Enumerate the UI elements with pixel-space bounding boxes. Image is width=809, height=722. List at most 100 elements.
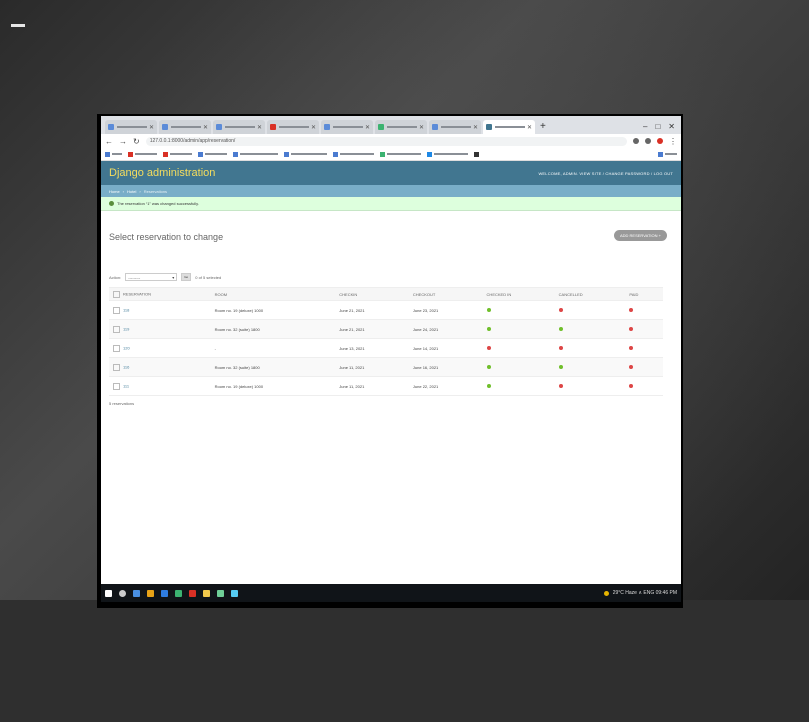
bookmark-item[interactable] — [233, 151, 278, 157]
tab-close-icon[interactable]: ✕ — [473, 124, 478, 131]
row-checkbox[interactable] — [113, 363, 120, 371]
user-tools[interactable]: WELCOME, ADMIN. VIEW SITE / CHANGE PASSW… — [538, 171, 673, 176]
paid-cell — [625, 319, 663, 339]
row-checkbox[interactable] — [113, 344, 120, 352]
action-select[interactable]: --------- ▾ — [125, 273, 178, 281]
reservation-cell[interactable]: 116 — [109, 357, 211, 377]
bookmarks-bar — [101, 148, 681, 161]
browser-tab[interactable]: ✕ — [105, 120, 157, 134]
app-icon[interactable] — [175, 589, 182, 597]
minimize-icon[interactable]: – — [643, 120, 647, 134]
reservation-link[interactable]: 118 — [123, 307, 129, 312]
task-view-icon[interactable] — [133, 589, 140, 597]
address-bar[interactable]: 127.0.0.1:8000/admin/app/reservation/ — [145, 136, 627, 146]
site-brand[interactable]: Django administration — [109, 167, 215, 179]
back-icon[interactable]: ← — [105, 137, 113, 146]
bookmark-icon — [474, 151, 479, 157]
file-explorer-icon[interactable] — [147, 589, 154, 597]
weather-icon[interactable] — [603, 590, 609, 596]
chrome-icon[interactable] — [189, 589, 196, 597]
bookmark-icon — [380, 151, 385, 157]
search-icon[interactable] — [119, 589, 126, 597]
row-checkbox[interactable] — [113, 325, 120, 333]
select-all-checkbox[interactable] — [113, 290, 120, 298]
bookmark-item[interactable] — [380, 151, 421, 157]
browser-tab[interactable]: ✕ — [159, 120, 211, 134]
row-checkbox[interactable] — [113, 382, 120, 390]
app-icon[interactable] — [217, 589, 224, 597]
column-header[interactable]: CHECKIN — [335, 287, 409, 301]
cancelled-cell — [554, 376, 626, 396]
column-header[interactable]: RESERVATION — [109, 287, 211, 301]
app-icon[interactable] — [203, 589, 210, 597]
column-header[interactable]: PAID — [625, 287, 663, 301]
checkout-cell: June 23, 2021 — [408, 300, 483, 320]
tab-close-icon[interactable]: ✕ — [311, 124, 316, 131]
success-check-icon — [109, 201, 114, 206]
bookmark-item[interactable] — [198, 151, 227, 157]
reservation-cell[interactable]: 120 — [109, 338, 211, 358]
reservation-link[interactable]: 119 — [123, 326, 129, 331]
admin-header: Django administration WELCOME, ADMIN. VI… — [101, 161, 681, 185]
browser-tab[interactable]: ✕ — [375, 120, 427, 134]
bookmark-item[interactable] — [474, 151, 479, 157]
bookmark-item[interactable] — [284, 151, 327, 157]
action-label: Action: — [109, 274, 122, 280]
browser-tab[interactable]: ✕ — [429, 120, 481, 134]
bookmark-item[interactable] — [105, 151, 122, 157]
add-reservation-button[interactable]: ADD RESERVATION + — [613, 230, 667, 241]
reservation-link[interactable]: 111 — [123, 383, 129, 388]
tab-close-icon[interactable]: ✕ — [203, 124, 208, 131]
breadcrumb-app[interactable]: Hotel — [127, 189, 136, 194]
reading-list[interactable] — [658, 151, 677, 157]
no-icon — [558, 383, 563, 388]
column-header[interactable]: CHECKOUT — [408, 287, 483, 301]
browser-tab-active[interactable]: ✕ — [483, 120, 535, 134]
browser-tab[interactable]: ✕ — [213, 120, 265, 134]
browser-tab[interactable]: ✕ — [321, 120, 373, 134]
column-header[interactable]: ROOM — [210, 287, 336, 301]
tab-close-icon[interactable]: ✕ — [365, 124, 370, 131]
tab-favicon-icon — [162, 124, 168, 130]
extension-icon[interactable] — [645, 138, 651, 144]
extension-icon[interactable] — [633, 138, 639, 144]
bookmark-item[interactable] — [163, 151, 192, 157]
reservation-cell[interactable]: 111 — [109, 376, 211, 396]
vscode-icon[interactable] — [161, 589, 168, 597]
reservation-link[interactable]: 120 — [123, 345, 130, 350]
tab-close-icon[interactable]: ✕ — [419, 124, 424, 131]
reservation-link[interactable]: 116 — [123, 364, 129, 369]
app-icon[interactable] — [231, 589, 238, 597]
browser-menu-icon[interactable]: ⋮ — [669, 137, 677, 146]
result-list: RESERVATION ROOM CHECKIN CHECKOUT CHECKE… — [109, 287, 663, 396]
profile-avatar[interactable] — [657, 138, 663, 144]
new-tab-icon[interactable]: + — [540, 120, 546, 134]
reservation-cell[interactable]: 119 — [109, 319, 211, 339]
desk-surface — [0, 600, 809, 722]
forward-icon[interactable]: → — [119, 137, 127, 146]
selection-counter: 0 of 5 selected — [195, 274, 222, 280]
table-row: 119 Room no. 32 (suite) 1800 June 21, 2021… — [109, 319, 663, 339]
breadcrumb-home[interactable]: Home — [109, 189, 120, 194]
row-checkbox[interactable] — [113, 306, 120, 314]
checkedin-cell — [482, 376, 555, 396]
column-header[interactable]: CANCELLED — [554, 287, 626, 301]
bookmark-item[interactable] — [427, 151, 468, 157]
reload-icon[interactable]: ↻ — [133, 137, 140, 146]
table-row: 120 - June 13, 2021 June 14, 2021 — [109, 338, 663, 358]
bookmark-item[interactable] — [128, 151, 157, 157]
column-header[interactable]: CHECKED IN — [482, 287, 555, 301]
bookmark-item[interactable] — [333, 151, 374, 157]
start-icon[interactable] — [105, 589, 112, 597]
cancelled-cell — [554, 338, 626, 358]
reservation-cell[interactable]: 118 — [109, 300, 211, 320]
close-window-icon[interactable]: ✕ — [668, 120, 675, 134]
tab-close-icon[interactable]: ✕ — [527, 124, 532, 131]
tab-close-icon[interactable]: ✕ — [149, 124, 154, 131]
system-tray: 29°C Haze ∧ ENG 09:46 PM — [603, 590, 677, 596]
yes-icon — [486, 326, 491, 331]
tab-close-icon[interactable]: ✕ — [257, 124, 262, 131]
browser-tab[interactable]: ✕ — [267, 120, 319, 134]
go-button[interactable]: Go — [181, 273, 192, 281]
maximize-icon[interactable]: □ — [655, 120, 660, 134]
